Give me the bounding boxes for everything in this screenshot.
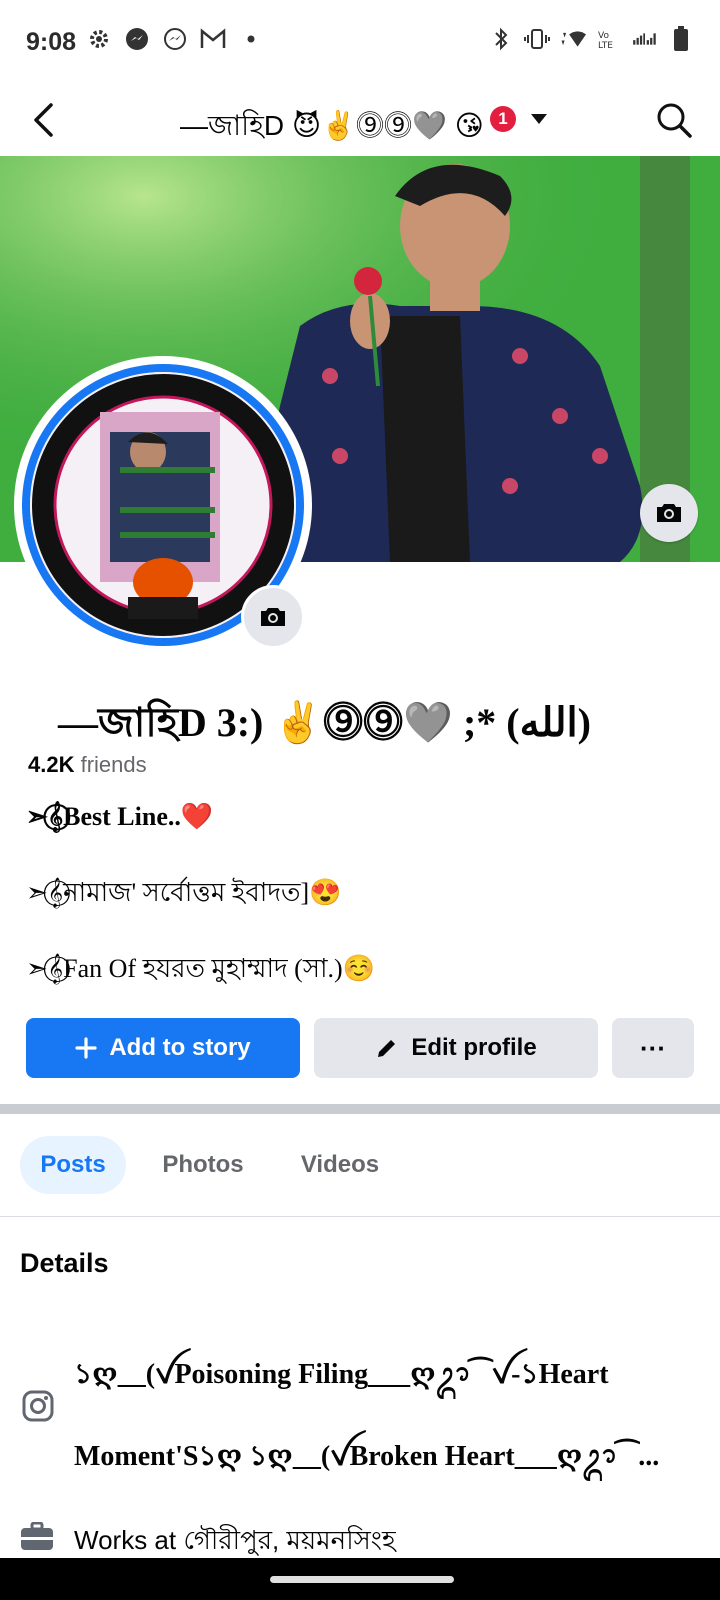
- camera-icon: [657, 504, 681, 522]
- volte-icon: Vo LTE: [596, 26, 622, 52]
- briefcase-icon: [21, 1522, 53, 1550]
- signal-icon: [632, 26, 658, 52]
- search-icon: [657, 103, 692, 138]
- bio-line: ➣𝄞⃝নামাজ' সর্বোত্তম ইবাদত]😍: [26, 878, 342, 907]
- section-divider: [0, 1104, 720, 1114]
- search-button[interactable]: [652, 98, 696, 142]
- top-app-bar: —জাহিD 😈✌️⓽⓽🩶 😘 1: [0, 84, 720, 157]
- tab-photos[interactable]: Photos: [148, 1136, 258, 1194]
- edit-cover-photo-button[interactable]: [640, 484, 698, 542]
- back-button[interactable]: [22, 98, 66, 142]
- messenger-outline-icon: [162, 26, 188, 52]
- settings-icon: [86, 26, 112, 52]
- header-profile-title[interactable]: —জাহিD 😈✌️⓽⓽🩶 😘: [180, 104, 484, 151]
- bio-line: ➣𝄞⃝Fan Of হযরত মুহাম্মাদ (সা.)☺️: [26, 954, 376, 983]
- status-time: 9:08: [26, 28, 77, 56]
- details-heading: Details: [20, 1248, 109, 1278]
- profile-name: —জাহিD 3:) ✌️⓽⓽🩶 ;* (الله): [58, 700, 591, 745]
- edit-profile-label: Edit profile: [411, 1034, 537, 1061]
- status-right-icons: Vo LTE: [488, 26, 694, 52]
- friends-count[interactable]: 4.2K friends: [28, 752, 147, 778]
- bio-line: ➣𝄞⃝Best Line..❤️: [26, 802, 214, 831]
- vibrate-icon: [524, 26, 550, 52]
- svg-text:Vo: Vo: [598, 31, 609, 41]
- notification-badge: 1: [490, 106, 516, 132]
- tab-videos[interactable]: Videos: [290, 1136, 390, 1194]
- status-bar: 9:08 Vo LTE: [0, 0, 720, 84]
- status-left-icons: [86, 26, 264, 52]
- friends-count-number: 4.2K: [28, 752, 75, 777]
- gmail-icon: [200, 26, 226, 52]
- add-to-story-label: Add to story: [109, 1034, 251, 1061]
- edit-profile-button[interactable]: Edit profile: [314, 1018, 598, 1078]
- svg-text:LTE: LTE: [598, 41, 613, 51]
- bluetooth-icon: [488, 26, 514, 52]
- instagram-link[interactable]: ১ღ__(ꪜPoisoning Filing___ღᬊ⁀ꪜ-১Heart Mom…: [74, 1334, 694, 1498]
- camera-icon: [261, 608, 285, 626]
- more-options-button[interactable]: ···: [612, 1018, 694, 1078]
- edit-profile-picture-button[interactable]: [241, 585, 305, 649]
- pencil-icon: [378, 1040, 396, 1057]
- friends-count-label: friends: [80, 752, 147, 777]
- home-gesture-handle[interactable]: [270, 1576, 454, 1583]
- chevron-down-icon[interactable]: [530, 112, 548, 130]
- plus-icon: [75, 1037, 97, 1059]
- dot-icon: [238, 26, 264, 52]
- battery-icon: [668, 26, 694, 52]
- tab-divider: [0, 1216, 720, 1217]
- instagram-icon: [22, 1390, 54, 1422]
- add-to-story-button[interactable]: Add to story: [26, 1018, 300, 1078]
- messenger-icon: [124, 26, 150, 52]
- more-icon: ···: [640, 1032, 666, 1063]
- system-navigation-bar: [0, 1558, 720, 1600]
- wifi-icon: [560, 26, 586, 52]
- back-arrow-icon: [34, 103, 53, 137]
- tab-posts[interactable]: Posts: [20, 1136, 126, 1194]
